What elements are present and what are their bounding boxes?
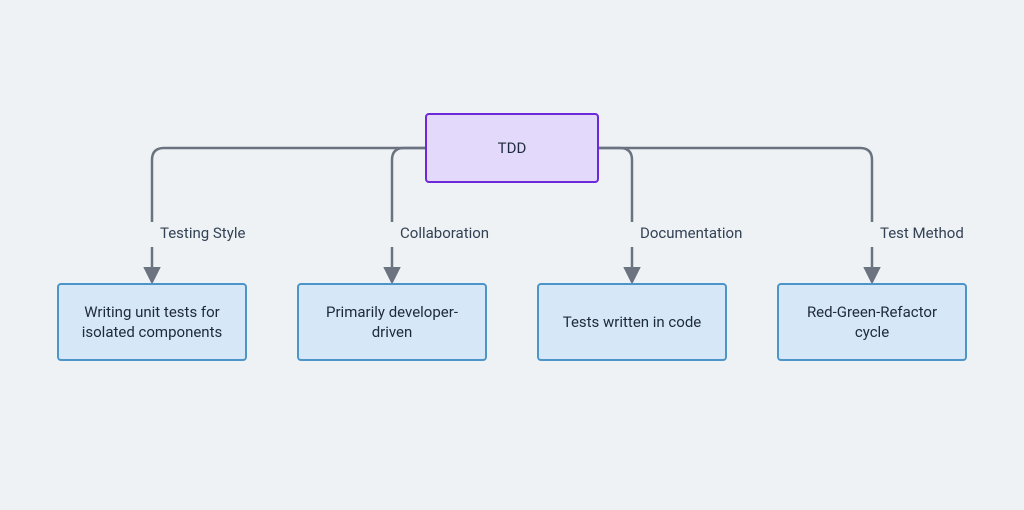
- edge-label-collaboration: Collaboration: [400, 224, 489, 242]
- edge-label-testing-style: Testing Style: [160, 224, 245, 242]
- child-label: Primarily developer-driven: [311, 302, 473, 343]
- child-node-testing-style: Writing unit tests for isolated componen…: [57, 283, 247, 361]
- edge-label-documentation: Documentation: [640, 224, 742, 242]
- child-node-test-method: Red-Green-Refactor cycle: [777, 283, 967, 361]
- child-label: Red-Green-Refactor cycle: [791, 302, 953, 343]
- root-node-tdd: TDD: [425, 113, 599, 183]
- connector-lines: [0, 0, 1024, 510]
- child-label: Tests written in code: [563, 312, 702, 332]
- child-node-collaboration: Primarily developer-driven: [297, 283, 487, 361]
- child-label: Writing unit tests for isolated componen…: [71, 302, 233, 343]
- root-label: TDD: [498, 138, 527, 158]
- edge-label-test-method: Test Method: [880, 224, 964, 242]
- child-node-documentation: Tests written in code: [537, 283, 727, 361]
